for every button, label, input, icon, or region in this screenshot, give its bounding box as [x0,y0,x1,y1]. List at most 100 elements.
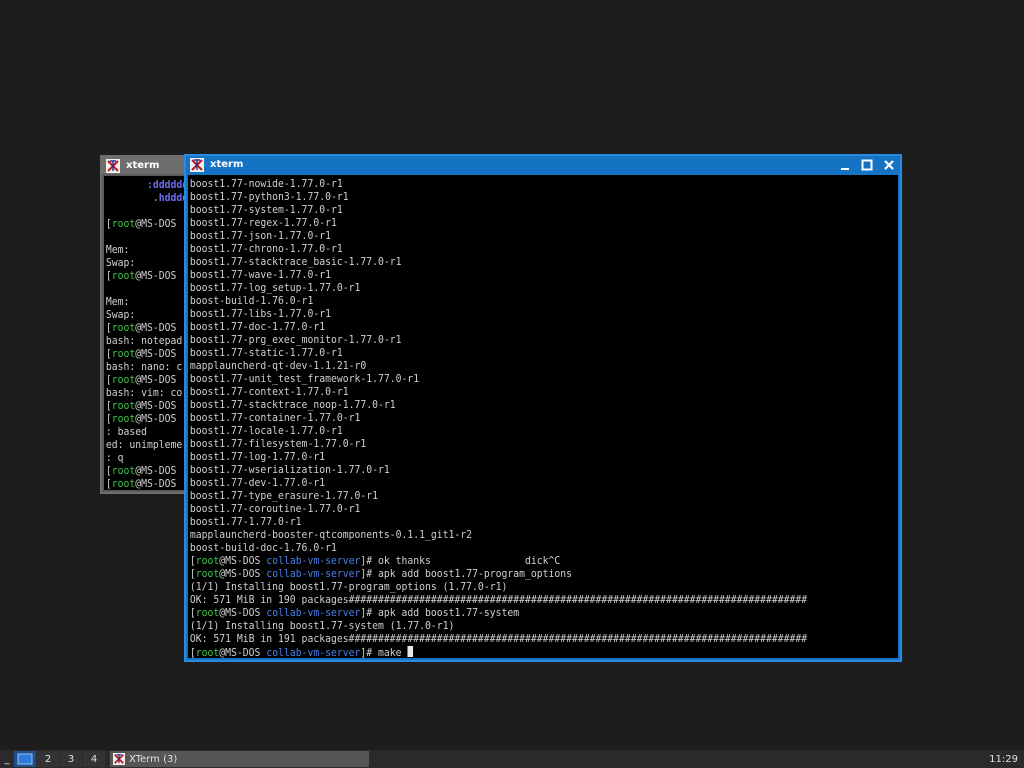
terminal-line: (1/1) Installing boost1.77-system (1.77.… [190,620,847,633]
terminal-text: boost1.77-regex-1.77.0-r1 [189,217,337,229]
prompt-user: root [195,607,220,619]
prompt-user: root [111,478,136,490]
terminal-text: boost1.77-context-1.77.0-r1 [189,386,349,398]
terminal-text: ]# make [360,647,408,658]
terminal-text: @MS-DOS [135,374,177,386]
terminal-line: boost1.77-type_erasure-1.77.0-r1 [190,490,847,503]
active-window-titlebar[interactable]: xterm [186,156,900,173]
terminal-line: [root@MS-DOS [106,400,180,413]
terminal-text: boost1.77-prg_exec_monitor-1.77.0-r1 [189,334,402,346]
prompt-user: root [195,568,220,580]
terminal-text: boost1.77-wserialization-1.77.0-r1 [189,464,390,476]
task-xterm-button[interactable]: XTerm (3) [110,751,369,767]
terminal-line: boost1.77-coroutine-1.77.0-r1 [190,503,847,516]
terminal-line: Mem: [106,296,180,309]
xterm-app-icon [113,753,125,765]
terminal-text: boost1.77-filesystem-1.77.0-r1 [189,438,367,450]
terminal-text: boost1.77-stacktrace_noop-1.77.0-r1 [189,399,396,411]
terminal-line: boost1.77-nowide-1.77.0-r1 [190,178,847,191]
workspace-1-button[interactable] [14,751,36,767]
terminal-line: [root@MS-DOS [106,218,180,231]
terminal-line: boost-build-1.76.0-r1 [190,295,847,308]
terminal-text: boost1.77-chrono-1.77.0-r1 [189,243,343,255]
terminal-line: mapplauncherd-booster-qtcomponents-0.1.1… [190,529,847,542]
terminal-cursor [407,646,414,657]
terminal-text: : q [105,452,124,464]
terminal-text: boost1.77-json-1.77.0-r1 [189,230,331,242]
terminal-text: OK: 571 MiB in 190 packages#############… [189,594,808,606]
desktop-icon [17,753,33,765]
background-terminal-output[interactable]: :dddddd .hdddd [root@MS-DOS Mem: Swap: [root… [104,176,188,490]
terminal-text: @MS-DOS [219,555,267,567]
terminal-text: boost1.77-nowide-1.77.0-r1 [189,178,343,190]
active-xterm-window[interactable]: xterm boost1.77-nowide-1.77.0-r1 boost1.7… [184,154,902,662]
prompt-cwd: collab-vm-server [266,568,361,580]
terminal-line: OK: 571 MiB in 190 packages#############… [190,594,847,607]
terminal-text: @MS-DOS [135,270,177,282]
terminal-text: boost1.77-wave-1.77.0-r1 [189,269,331,281]
terminal-text: boost1.77-stacktrace_basic-1.77.0-r1 [189,256,402,268]
terminal-line: [root@MS-DOS collab-vm-server]# make [190,646,847,658]
maximize-button[interactable] [856,156,878,173]
minimize-icon [841,167,849,170]
prompt-user: root [111,400,136,412]
terminal-text: boost1.77-container-1.77.0-r1 [189,412,361,424]
prompt-user: root [111,348,136,360]
terminal-text: mapplauncherd-booster-qtcomponents-0.1.1… [189,529,473,541]
prompt-user: root [195,555,220,567]
close-button[interactable] [878,156,900,173]
terminal-text: @MS-DOS [135,400,177,412]
terminal-text: Mem: [105,244,130,256]
workspace-4-label: 4 [90,753,98,765]
terminal-line: [root@MS-DOS [106,374,180,387]
terminal-line: bash: vim: co [106,387,182,400]
terminal-line: [root@MS-DOS collab-vm-server]# ok thank… [190,555,847,568]
terminal-line: boost1.77-dev-1.77.0-r1 [190,477,847,490]
terminal-text: boost1.77-dev-1.77.0-r1 [189,477,326,489]
prompt-user: root [111,322,136,334]
terminal-line: bash: nano: c [106,361,182,374]
menu-button[interactable]: _ [0,751,14,767]
terminal-line: boost1.77-prg_exec_monitor-1.77.0-r1 [190,334,847,347]
terminal-text: @MS-DOS [135,478,177,490]
minimize-button[interactable] [834,156,856,173]
terminal-line: OK: 571 MiB in 191 packages#############… [190,633,847,646]
terminal-line: [root@MS-DOS [106,465,180,478]
terminal-text: ]# apk add boost1.77-program_options [360,568,573,580]
terminal-text: boost1.77-libs-1.77.0-r1 [189,308,331,320]
terminal-line: boost1.77-json-1.77.0-r1 [190,230,847,243]
workspace-2-button[interactable]: 2 [37,751,59,767]
close-icon [884,159,894,170]
background-window-titlebar[interactable]: xterm [102,157,188,174]
background-window-title: xterm [126,160,160,171]
terminal-line: boost1.77-python3-1.77.0-r1 [190,191,847,204]
terminal-line: boost1.77-wserialization-1.77.0-r1 [190,464,847,477]
terminal-text: Swap: [105,309,136,321]
workspace-3-button[interactable]: 3 [60,751,82,767]
terminal-text: bash: notepad [105,335,183,347]
terminal-line: : q [106,452,180,465]
workspace-4-button[interactable]: 4 [83,751,105,767]
terminal-line: [root@MS-DOS [106,348,180,361]
active-terminal-output[interactable]: boost1.77-nowide-1.77.0-r1 boost1.77-pyth… [188,175,898,658]
terminal-line: [root@MS-DOS [106,322,180,335]
terminal-text: Mem: [105,296,130,308]
workspace-2-label: 2 [44,753,52,765]
terminal-text: mapplauncherd-qt-dev-1.1.21-r0 [189,360,367,372]
active-terminal-lines: boost1.77-nowide-1.77.0-r1 boost1.77-pyth… [188,175,848,658]
prompt-user: root [111,374,136,386]
terminal-line: boost1.77-chrono-1.77.0-r1 [190,243,847,256]
terminal-line: boost1.77-libs-1.77.0-r1 [190,308,847,321]
terminal-text: (1/1) Installing boost1.77-system (1.77.… [189,620,455,632]
background-terminal-lines: :dddddd .hdddd [root@MS-DOS Mem: Swap: [root… [104,176,188,490]
terminal-text: Swap: [105,257,136,269]
prompt-user: root [111,270,136,282]
terminal-text: ed: unimpleme [105,439,183,451]
terminal-line: boost1.77-system-1.77.0-r1 [190,204,847,217]
clock[interactable]: 11:29 [989,754,1024,765]
background-xterm-window[interactable]: xterm :dddddd .hdddd [root@MS-DOS Mem: Swap… [100,155,190,494]
